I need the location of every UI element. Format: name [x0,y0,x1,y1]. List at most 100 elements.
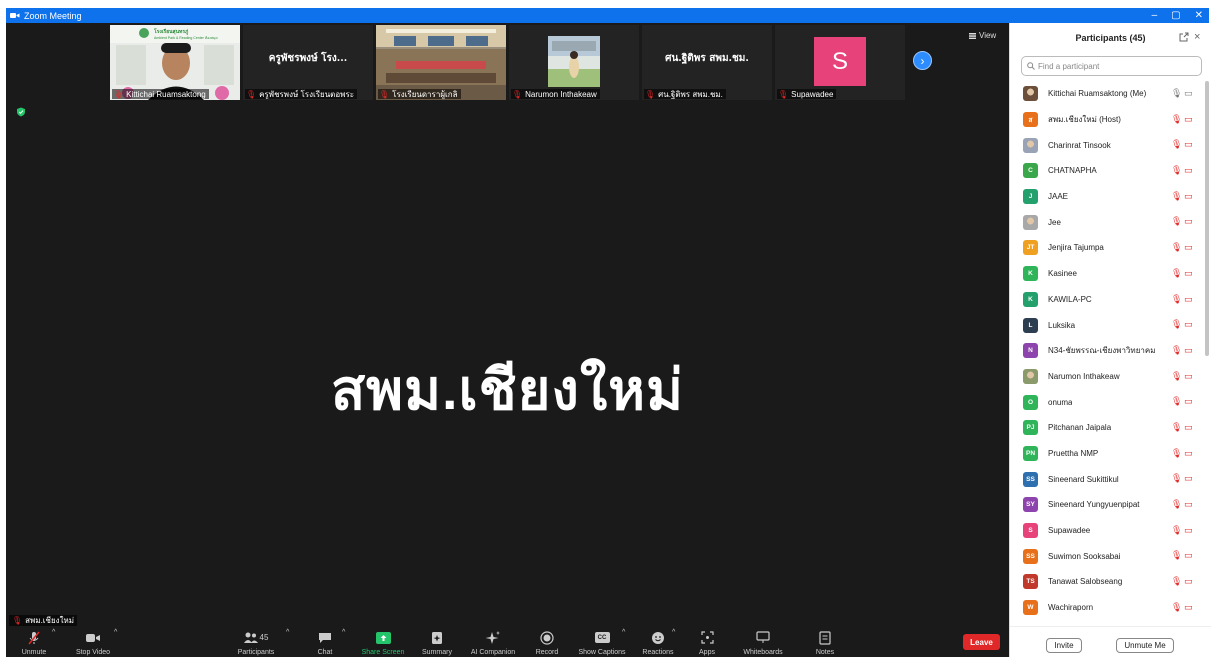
muted-mic-icon[interactable]: 🎙 [1171,294,1182,305]
video-thumbnail[interactable]: ครูพัชรพงษ์ โรง... 🎙 ครูพัชรพงษ์ โรงเรียน… [243,25,373,100]
video-off-icon[interactable]: ▭ [1184,139,1193,150]
video-thumbnail[interactable]: 🎙 โรงเรียนดาราผู้เกลิ [376,25,506,100]
muted-mic-icon[interactable]: 🎙 [1171,525,1182,536]
video-off-icon[interactable]: ▭ [1184,294,1193,305]
video-on-icon[interactable]: ▭ [1184,88,1193,99]
video-off-icon[interactable]: ▭ [1184,216,1193,227]
maximize-button[interactable]: ▢ [1171,10,1180,21]
participant-row[interactable]: Oonuma 🎙 ▭ [1010,389,1204,415]
share-screen-button[interactable]: Share Screen [358,629,408,656]
encryption-shield-icon[interactable] [16,107,26,117]
participant-row[interactable]: C CHATNAPHA 🎙 ▭ [1010,158,1204,184]
participant-row[interactable]: L Luksika 🎙 ▭ [1010,312,1204,338]
participant-row[interactable]: ส สพม.เชียงใหม่ (Host) 🎙 ▭ [1010,107,1204,133]
video-off-icon[interactable]: ▭ [1184,576,1193,587]
minimize-button[interactable]: – [1152,10,1158,21]
panel-scrollbar[interactable] [1205,81,1209,356]
stop-video-button[interactable]: Stop Video [72,629,114,656]
participants-options-chevron[interactable]: ^ [286,629,289,636]
view-button[interactable]: View [969,31,996,40]
muted-mic-icon[interactable]: 🎙 [1171,114,1182,125]
invite-button[interactable]: Invite [1046,638,1082,653]
video-off-icon[interactable]: ▭ [1184,550,1193,561]
muted-mic-icon[interactable]: 🎙 [1171,499,1182,510]
video-thumbnail[interactable]: S 🎙 Supawadee [775,25,905,100]
reactions-options-chevron[interactable]: ^ [672,629,675,636]
video-off-icon[interactable]: ▭ [1184,191,1193,202]
video-off-icon[interactable]: ▭ [1184,473,1193,484]
captions-options-chevron[interactable]: ^ [622,629,625,636]
participant-row[interactable]: S Supawadee 🎙 ▭ [1010,518,1204,544]
video-off-icon[interactable]: ▭ [1184,499,1193,510]
video-off-icon[interactable]: ▭ [1184,602,1193,613]
notes-button[interactable]: Notes [810,629,840,656]
leave-button[interactable]: Leave [963,634,1000,650]
muted-mic-icon[interactable]: 🎙 [1171,371,1182,382]
audio-options-chevron[interactable]: ^ [52,629,55,636]
muted-mic-icon[interactable]: 🎙 [1171,448,1182,459]
search-input[interactable]: Find a participant [1021,56,1202,76]
participant-row[interactable]: K KAWILA-PC 🎙 ▭ [1010,287,1204,313]
participant-row[interactable]: Charinrat Tinsook 🎙 ▭ [1010,132,1204,158]
muted-mic-icon[interactable]: 🎙 [1171,139,1182,150]
muted-mic-icon[interactable]: 🎙 [1171,191,1182,202]
video-thumbnail[interactable]: ศน.ฐิติพร สพม.ชม. 🎙 ศน.ฐิติพร สพม.ชม. [642,25,772,100]
muted-mic-icon[interactable]: 🎙 [1171,345,1182,356]
video-off-icon[interactable]: ▭ [1184,422,1193,433]
video-off-icon[interactable]: ▭ [1184,371,1193,382]
muted-mic-icon[interactable]: 🎙 [1171,576,1182,587]
video-off-icon[interactable]: ▭ [1184,319,1193,330]
video-off-icon[interactable]: ▭ [1184,396,1193,407]
chat-button[interactable]: Chat [310,629,340,656]
participant-row[interactable]: J JAAE 🎙 ▭ [1010,184,1204,210]
close-button[interactable]: ✕ [1195,10,1203,21]
next-page-button[interactable]: › [913,51,932,70]
apps-button[interactable]: Apps [692,629,722,656]
video-off-icon[interactable]: ▭ [1184,448,1193,459]
muted-mic-icon[interactable]: 🎙 [1171,550,1182,561]
participant-row[interactable]: K Kasinee 🎙 ▭ [1010,261,1204,287]
show-captions-button[interactable]: CC Show Captions [576,629,628,656]
participant-row[interactable]: Jee 🎙 ▭ [1010,209,1204,235]
ai-companion-button[interactable]: AI Companion [464,629,522,656]
muted-mic-icon[interactable]: 🎙 [1171,473,1182,484]
video-thumbnail[interactable]: โรงเรียนสุนทรภู่ Ambient Park & Reading … [110,25,240,100]
video-off-icon[interactable]: ▭ [1184,114,1193,125]
unmute-me-button[interactable]: Unmute Me [1116,638,1174,653]
participant-row[interactable]: SS Sineenard Sukittikul 🎙 ▭ [1010,466,1204,492]
participant-row[interactable]: N N34-ชัยพรรณ-เชียงพาวิทยาคม 🎙 ▭ [1010,338,1204,364]
muted-mic-icon[interactable]: 🎙 [1171,422,1182,433]
video-options-chevron[interactable]: ^ [114,629,117,636]
participant-row[interactable]: W Wachiraporn 🎙 ▭ [1010,595,1204,621]
popout-icon[interactable] [1179,32,1189,42]
muted-mic-icon[interactable]: 🎙 [1171,88,1182,99]
close-icon[interactable]: × [1194,31,1200,43]
muted-mic-icon[interactable]: 🎙 [1171,602,1182,613]
participant-row[interactable]: Kittichai Ruamsaktong (Me) 🎙 ▭ [1010,81,1204,107]
participants-button[interactable]: 45 Participants [234,629,278,656]
muted-mic-icon[interactable]: 🎙 [1171,319,1182,330]
muted-mic-icon[interactable]: 🎙 [1171,165,1182,176]
video-off-icon[interactable]: ▭ [1184,268,1193,279]
unmute-button[interactable]: Unmute [16,629,52,656]
participant-row[interactable]: SY Sineenard Yungyuenpipat 🎙 ▭ [1010,492,1204,518]
participant-row[interactable]: TS Tanawat Salobseang 🎙 ▭ [1010,569,1204,595]
participant-row[interactable]: PJ Pitchanan Jaipala 🎙 ▭ [1010,415,1204,441]
participant-row[interactable]: Narumon Inthakeaw 🎙 ▭ [1010,364,1204,390]
muted-mic-icon[interactable]: 🎙 [1171,268,1182,279]
video-off-icon[interactable]: ▭ [1184,525,1193,536]
muted-mic-icon[interactable]: 🎙 [1171,216,1182,227]
video-thumbnail[interactable]: 🎙 Narumon Inthakeaw [509,25,639,100]
video-off-icon[interactable]: ▭ [1184,165,1193,176]
whiteboards-button[interactable]: Whiteboards [738,629,788,656]
video-off-icon[interactable]: ▭ [1184,242,1193,253]
video-off-icon[interactable]: ▭ [1184,345,1193,356]
participant-row[interactable]: PN Pruettha NMP 🎙 ▭ [1010,441,1204,467]
record-button[interactable]: Record [532,629,562,656]
participant-row[interactable]: JT Jenjira Tajumpa 🎙 ▭ [1010,235,1204,261]
muted-mic-icon[interactable]: 🎙 [1171,242,1182,253]
summary-button[interactable]: Summary [418,629,456,656]
participant-row[interactable]: SS Suwimon Sooksabai 🎙 ▭ [1010,543,1204,569]
chat-options-chevron[interactable]: ^ [342,629,345,636]
muted-mic-icon[interactable]: 🎙 [1171,396,1182,407]
